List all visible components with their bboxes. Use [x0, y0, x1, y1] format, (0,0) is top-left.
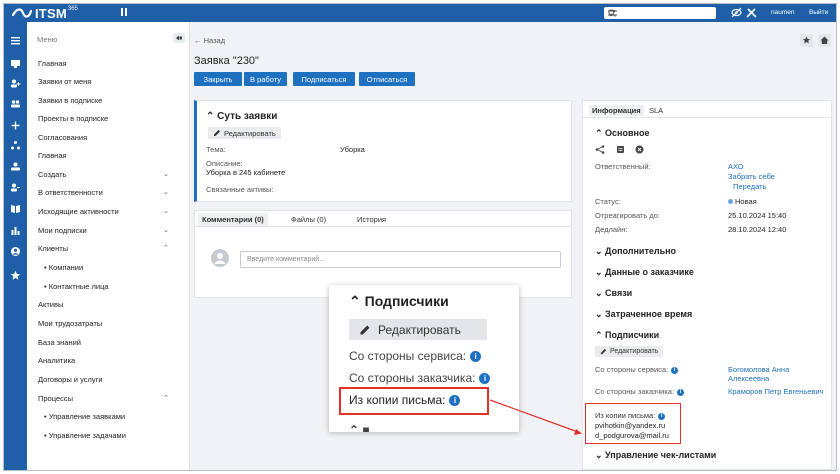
- app-window: ITSM 365 naumen Выйти Меню Главная Заявк…: [3, 3, 837, 471]
- callout-arrow: [489, 399, 582, 435]
